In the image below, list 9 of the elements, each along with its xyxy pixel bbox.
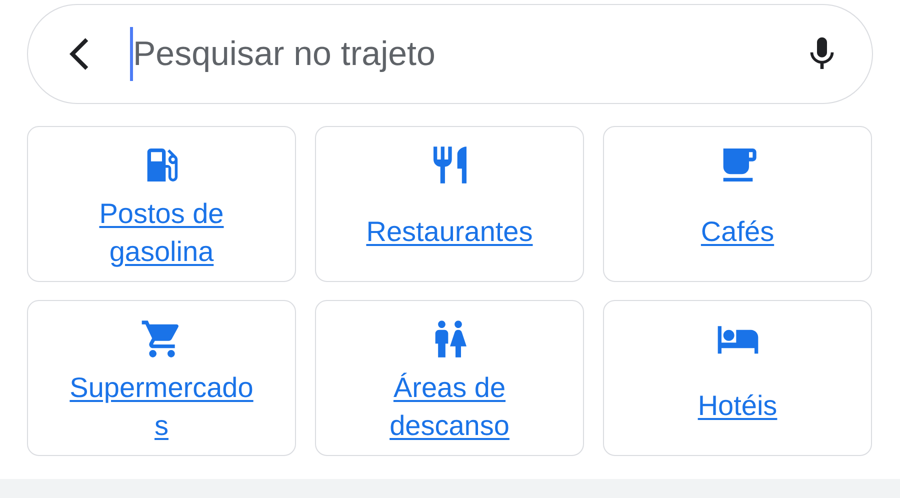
search-input[interactable]: Pesquisar no trajeto xyxy=(133,34,802,74)
search-field[interactable]: Pesquisar no trajeto xyxy=(27,4,873,104)
category-button[interactable]: Áreas de descanso xyxy=(315,300,584,456)
category-button[interactable]: Hotéis xyxy=(603,300,872,456)
category-button[interactable]: Cafés xyxy=(603,126,872,282)
category-button[interactable]: Supermercados xyxy=(27,300,296,456)
category-button[interactable]: Postos de gasolina xyxy=(27,126,296,282)
category-button[interactable]: Restaurantes xyxy=(315,126,584,282)
text-cursor xyxy=(130,27,133,81)
